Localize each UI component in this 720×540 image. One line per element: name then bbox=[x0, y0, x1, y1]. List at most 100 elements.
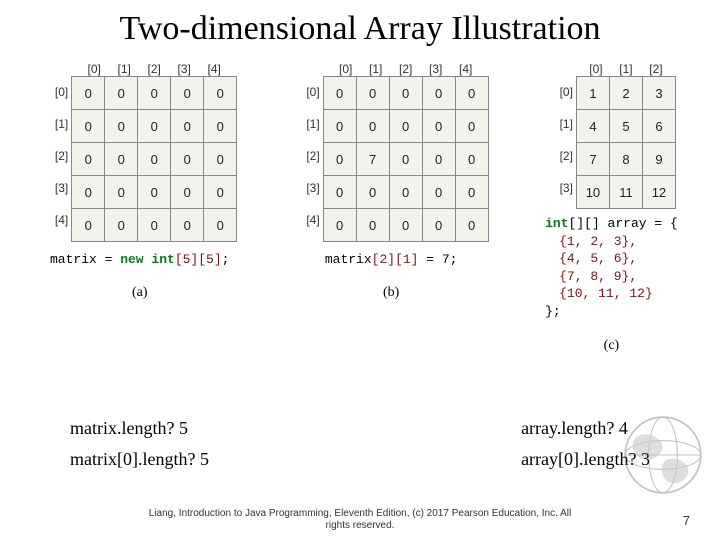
fig-c-col-headers: [0] [1] [2] bbox=[581, 62, 671, 76]
fig-b-row-headers: [0] [1] [2] [3] [4] bbox=[294, 76, 323, 242]
code-text: ; bbox=[222, 252, 230, 267]
cell: 0 bbox=[323, 143, 356, 176]
cell: 0 bbox=[389, 110, 422, 143]
cell: 0 bbox=[171, 143, 204, 176]
cell: 0 bbox=[72, 209, 105, 242]
row-header: [3] bbox=[42, 172, 71, 204]
fig-c-grid: 123 456 789 101112 bbox=[576, 76, 676, 209]
code-row: {7, 8, 9}, bbox=[559, 269, 637, 284]
col-header: [4] bbox=[451, 62, 481, 76]
cell: 0 bbox=[323, 110, 356, 143]
col-header: [0] bbox=[79, 62, 109, 76]
col-header: [0] bbox=[331, 62, 361, 76]
cell: 0 bbox=[323, 77, 356, 110]
fig-a-col-headers: [0] [1] [2] [3] [4] bbox=[79, 62, 229, 76]
fig-b-sublabel: (b) bbox=[383, 285, 399, 301]
slide-title: Two-dimensional Array Illustration bbox=[0, 0, 720, 52]
code-idx: [2] bbox=[372, 252, 395, 267]
cell: 0 bbox=[323, 176, 356, 209]
cell: 0 bbox=[422, 209, 455, 242]
cell: 1 bbox=[576, 77, 609, 110]
cell: 0 bbox=[455, 77, 488, 110]
cell: 0 bbox=[323, 209, 356, 242]
cell: 0 bbox=[356, 209, 389, 242]
cell: 0 bbox=[204, 209, 237, 242]
col-header: [4] bbox=[199, 62, 229, 76]
row-header: [4] bbox=[42, 204, 71, 236]
col-header: [3] bbox=[421, 62, 451, 76]
cell: 4 bbox=[576, 110, 609, 143]
cell: 11 bbox=[609, 176, 642, 209]
figure-b: [0] [1] [2] [3] [4] [0] [1] [2] [3] [4] … bbox=[294, 62, 489, 301]
cell: 0 bbox=[105, 110, 138, 143]
cell: 12 bbox=[642, 176, 675, 209]
cell: 0 bbox=[389, 143, 422, 176]
footer-line: Liang, Introduction to Java Programming,… bbox=[0, 508, 720, 520]
fig-b-code: matrix[2][1] = 7; bbox=[325, 252, 458, 267]
code-idx: [1] bbox=[395, 252, 418, 267]
col-header: [2] bbox=[139, 62, 169, 76]
fig-c-code: int[][] array = { {1, 2, 3}, {4, 5, 6}, … bbox=[545, 215, 678, 320]
cell: 0 bbox=[204, 110, 237, 143]
cell: 0 bbox=[105, 143, 138, 176]
figure-c: [0] [1] [2] [0] [1] [2] [3] 123 456 789 … bbox=[545, 62, 678, 354]
code-row: {1, 2, 3}, bbox=[559, 234, 637, 249]
cell: 0 bbox=[356, 110, 389, 143]
cell: 0 bbox=[138, 77, 171, 110]
code-text: = 7; bbox=[418, 252, 457, 267]
cell: 0 bbox=[171, 209, 204, 242]
row-header: [3] bbox=[294, 172, 323, 204]
code-text: [][] array = { bbox=[569, 216, 678, 231]
cell: 0 bbox=[105, 77, 138, 110]
cell: 0 bbox=[422, 176, 455, 209]
row-header: [0] bbox=[294, 76, 323, 108]
col-header: [3] bbox=[169, 62, 199, 76]
figure-a: [0] [1] [2] [3] [4] [0] [1] [2] [3] [4] … bbox=[42, 62, 237, 301]
row-header: [4] bbox=[294, 204, 323, 236]
fig-a-sublabel: (a) bbox=[132, 285, 148, 301]
code-keyword: int bbox=[545, 216, 568, 231]
row-header: [1] bbox=[42, 108, 71, 140]
cell: 0 bbox=[105, 176, 138, 209]
cell: 7 bbox=[576, 143, 609, 176]
cell: 0 bbox=[455, 143, 488, 176]
cell: 0 bbox=[422, 77, 455, 110]
page-number: 7 bbox=[683, 513, 690, 528]
code-close: }; bbox=[545, 303, 678, 321]
row-header: [0] bbox=[547, 76, 576, 108]
fig-a-code: matrix = new int[5][5]; bbox=[50, 252, 229, 267]
cell: 0 bbox=[171, 77, 204, 110]
fig-c-sublabel: (c) bbox=[604, 338, 620, 354]
cell: 0 bbox=[72, 77, 105, 110]
cell: 0 bbox=[72, 110, 105, 143]
fig-b-grid: 00000 00000 07000 00000 00000 bbox=[323, 76, 489, 242]
cell: 0 bbox=[204, 176, 237, 209]
cell: 0 bbox=[138, 176, 171, 209]
cell: 0 bbox=[171, 176, 204, 209]
col-header: [0] bbox=[581, 62, 611, 76]
cell: 2 bbox=[609, 77, 642, 110]
cell: 0 bbox=[138, 110, 171, 143]
row-header: [2] bbox=[42, 140, 71, 172]
code-row: {4, 5, 6}, bbox=[559, 251, 637, 266]
cell: 0 bbox=[422, 143, 455, 176]
figures-row: [0] [1] [2] [3] [4] [0] [1] [2] [3] [4] … bbox=[0, 52, 720, 354]
row-header: [2] bbox=[547, 140, 576, 172]
cell: 0 bbox=[105, 209, 138, 242]
cell: 0 bbox=[422, 110, 455, 143]
cell: 0 bbox=[138, 143, 171, 176]
col-header: [1] bbox=[361, 62, 391, 76]
fig-a-row-headers: [0] [1] [2] [3] [4] bbox=[42, 76, 71, 242]
code-text: matrix = bbox=[50, 252, 120, 267]
fig-a-grid: 00000 00000 00000 00000 00000 bbox=[71, 76, 237, 242]
code-text: matrix bbox=[325, 252, 372, 267]
fig-c-row-headers: [0] [1] [2] [3] bbox=[547, 76, 576, 209]
code-row: {10, 11, 12} bbox=[559, 286, 653, 301]
cell: 6 bbox=[642, 110, 675, 143]
cell: 0 bbox=[72, 143, 105, 176]
cell: 9 bbox=[642, 143, 675, 176]
cell: 0 bbox=[204, 77, 237, 110]
cell: 0 bbox=[389, 77, 422, 110]
bottom-questions: matrix.length? 5 matrix[0].length? 5 arr… bbox=[0, 418, 720, 470]
matrix0-length-q: matrix[0].length? 5 bbox=[70, 449, 209, 470]
